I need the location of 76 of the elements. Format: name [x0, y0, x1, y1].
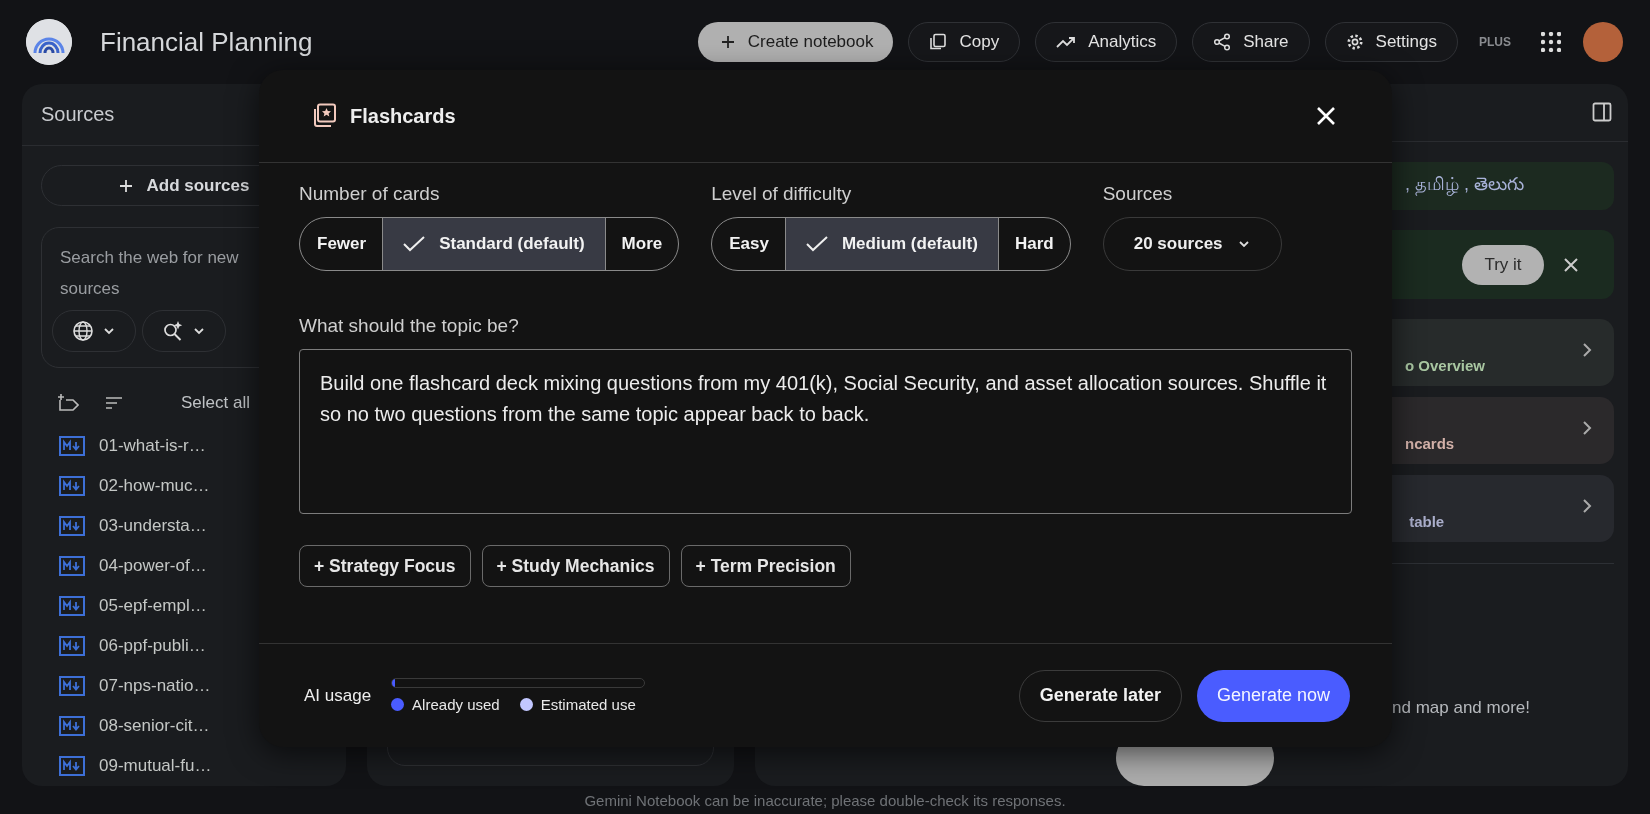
field-label: Sources: [1102, 183, 1174, 205]
copy-icon: [929, 33, 948, 51]
markdown-file-icon: [59, 436, 85, 456]
share-button[interactable]: Share: [1192, 22, 1310, 62]
segment-option[interactable]: More: [604, 218, 679, 270]
markdown-file-icon: [59, 756, 85, 776]
avatar[interactable]: [1583, 22, 1623, 62]
chevron-right-icon: [1582, 498, 1592, 515]
check-icon: [805, 236, 828, 252]
legend-label: Already used: [412, 696, 500, 713]
plan-label: PLUS: [1479, 35, 1511, 49]
usage-label: AI usage: [304, 685, 372, 706]
source-item[interactable]: 03-understa…: [99, 516, 207, 536]
markdown-file-icon: [59, 556, 85, 576]
chevron-right-icon: [1582, 342, 1592, 359]
segment-option[interactable]: Medium (default): [784, 218, 998, 270]
analytics-button[interactable]: Analytics: [1035, 22, 1178, 62]
segment-option[interactable]: Hard: [997, 218, 1070, 270]
markdown-file-icon: [59, 716, 85, 736]
sort-icon[interactable]: [105, 396, 123, 410]
dialog-title: Flashcards: [350, 104, 457, 128]
copy-button[interactable]: Copy: [908, 22, 1021, 62]
plus-icon: [118, 178, 133, 193]
source-item[interactable]: 07-nps-natio…: [99, 676, 211, 696]
apps-grid-icon[interactable]: [1541, 32, 1561, 52]
try-it-button[interactable]: Try it: [1462, 244, 1544, 285]
markdown-file-icon: [59, 676, 85, 696]
logo-icon[interactable]: [26, 19, 72, 65]
share-icon: [1213, 33, 1232, 51]
panel-title: Sources: [41, 103, 115, 126]
source-item[interactable]: 09-mutual-fu…: [99, 756, 212, 776]
segment-option[interactable]: Standard (default): [382, 218, 605, 270]
topic-field[interactable]: Build one flashcard deck mixing questions from my 401(k), Social Security, and asset allocation sources. Shuffle it so no two questions from the same topic appear back to back.: [299, 349, 1352, 514]
trend-icon: [1056, 35, 1077, 49]
search-field[interactable]: Search the web for new sources: [60, 242, 260, 304]
select-all-link[interactable]: Select all: [181, 393, 250, 413]
chevron-right-icon: [1582, 420, 1592, 437]
source-item[interactable]: 08-senior-cit…: [99, 716, 210, 736]
disclaimer-text: Gemini Notebook can be inaccurate; please double-check its responses.: [584, 791, 1066, 809]
close-icon[interactable]: [1564, 257, 1578, 272]
source-item[interactable]: 01-what-is-r…: [99, 436, 206, 456]
markdown-file-icon: [59, 476, 85, 496]
source-item[interactable]: 02-how-muc…: [99, 476, 210, 496]
notebook-title: Financial Planning: [100, 26, 313, 58]
plus-icon: [719, 34, 736, 50]
flashcards-icon: [311, 103, 337, 129]
field-label: Level of difficulty: [711, 183, 853, 205]
markdown-file-icon: [59, 596, 85, 616]
source-item[interactable]: 04-power-of…: [99, 556, 207, 576]
settings-icon: [1345, 33, 1364, 51]
segment-option[interactable]: Fewer: [300, 218, 383, 270]
studio-hint: nd map and more!: [1391, 697, 1531, 718]
banner-text: , தமிழ் , తెలుగు: [1405, 173, 1524, 198]
settings-button[interactable]: Settings: [1324, 22, 1458, 62]
card-subtitle: ncards: [1405, 434, 1455, 452]
card-subtitle: table: [1408, 512, 1445, 530]
markdown-file-icon: [59, 636, 85, 656]
check-icon: [403, 236, 426, 252]
field-label: What should the topic be?: [299, 315, 520, 337]
source-item[interactable]: 05-epf-empl…: [99, 596, 207, 616]
source-item[interactable]: 06-ppf-publi…: [99, 636, 206, 656]
legend-label: Estimated use: [540, 696, 636, 713]
suggestion-chip[interactable]: + Study Mechanics: [481, 545, 670, 587]
panel-toggle-icon[interactable]: [1592, 102, 1612, 123]
globe-icon: [72, 320, 94, 342]
markdown-file-icon: [59, 516, 85, 536]
generate-now-button[interactable]: Generate now: [1196, 669, 1350, 722]
research-mode-dropdown[interactable]: [142, 310, 226, 352]
web-source-dropdown[interactable]: [52, 310, 136, 352]
card-subtitle: o Overview: [1405, 356, 1486, 374]
create-notebook-button[interactable]: Create notebook: [697, 22, 894, 62]
add-label-icon[interactable]: [57, 394, 79, 412]
suggestion-chip[interactable]: + Term Precision: [680, 545, 851, 587]
suggestion-chip[interactable]: + Strategy Focus: [299, 545, 471, 587]
sparkle-search-icon: [162, 320, 184, 342]
segment-option[interactable]: Easy: [712, 218, 785, 270]
